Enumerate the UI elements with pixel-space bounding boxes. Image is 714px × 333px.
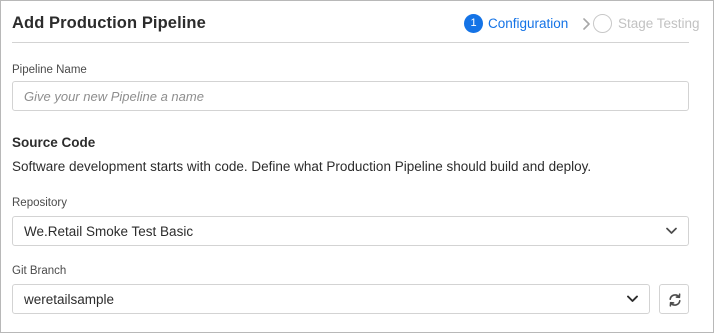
repository-label: Repository: [12, 197, 67, 209]
stepper: 1 Configuration Stage Testing: [464, 14, 700, 34]
dialog-header: Add Production Pipeline 1 Configuration …: [12, 1, 700, 43]
refresh-branches-button[interactable]: [659, 284, 689, 314]
step-stage-testing-label[interactable]: Stage Testing: [618, 16, 700, 31]
repository-select[interactable]: We.Retail Smoke Test Basic: [12, 216, 689, 246]
chevron-right-icon: [583, 18, 590, 30]
step-2-indicator[interactable]: [593, 14, 612, 33]
add-pipeline-dialog: Add Production Pipeline 1 Configuration …: [0, 0, 714, 333]
repository-selected-value: We.Retail Smoke Test Basic: [24, 224, 194, 239]
source-code-heading: Source Code: [12, 135, 96, 150]
source-code-description: Software development starts with code. D…: [12, 159, 592, 174]
chevron-down-icon: [666, 227, 677, 234]
dialog-title: Add Production Pipeline: [12, 14, 206, 32]
pipeline-name-input[interactable]: [12, 81, 689, 111]
git-branch-selected-value: weretailsample: [24, 292, 115, 307]
pipeline-name-label: Pipeline Name: [12, 64, 87, 76]
chevron-down-icon: [627, 295, 638, 302]
step-1-indicator[interactable]: 1: [464, 14, 483, 33]
refresh-icon: [669, 293, 681, 307]
step-configuration-label[interactable]: Configuration: [488, 16, 568, 31]
git-branch-label: Git Branch: [12, 265, 67, 277]
git-branch-select[interactable]: weretailsample: [12, 284, 650, 314]
